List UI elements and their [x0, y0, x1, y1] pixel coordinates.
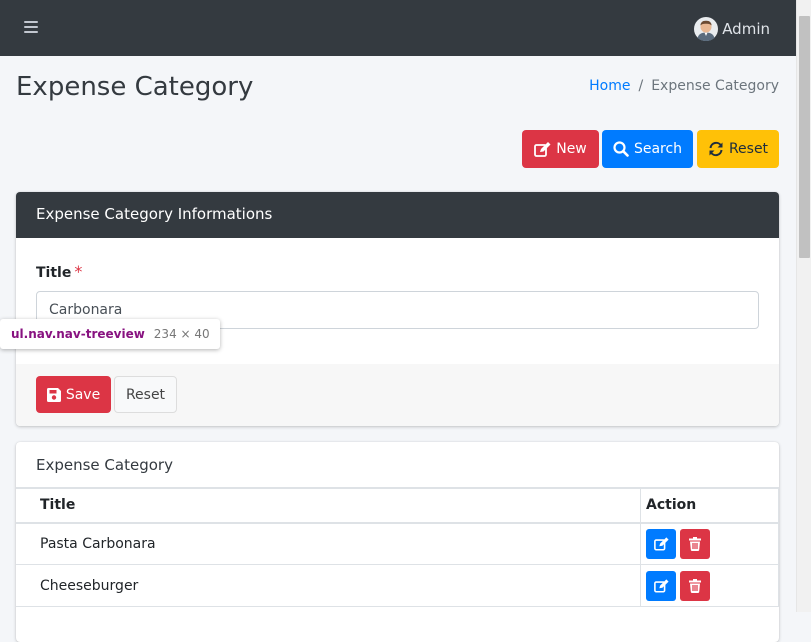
row-actions	[640, 522, 779, 565]
list-card-header: Expense Category	[16, 442, 779, 488]
row-title: Cheeseburger	[16, 564, 641, 607]
expense-category-table: Title Action Pasta Carbonara Cheeseburge…	[16, 488, 779, 607]
tooltip-dimensions: 234 × 40	[153, 327, 210, 341]
row-actions	[640, 564, 779, 607]
column-header-title: Title	[16, 488, 641, 524]
search-button[interactable]: Search	[602, 130, 693, 168]
breadcrumb: Home / Expense Category	[589, 78, 779, 94]
trash-icon	[689, 536, 701, 551]
save-button[interactable]: Save	[36, 376, 111, 413]
title-label: Title	[36, 265, 72, 281]
trash-icon	[689, 578, 701, 593]
table-header-row: Title Action	[16, 488, 779, 524]
new-button[interactable]: New	[522, 130, 599, 168]
hamburger-icon[interactable]	[24, 21, 38, 33]
search-button-label: Search	[633, 141, 683, 157]
refresh-icon	[709, 141, 723, 157]
edit-icon	[653, 578, 669, 593]
breadcrumb-separator: /	[638, 78, 644, 94]
edit-icon	[653, 537, 669, 551]
table-row: Cheeseburger	[16, 564, 779, 607]
reset-button[interactable]: Reset	[697, 130, 779, 168]
edit-icon	[534, 141, 551, 157]
table-row: Pasta Carbonara	[16, 522, 779, 565]
row-delete-button[interactable]	[680, 570, 710, 601]
user-avatar-icon	[694, 17, 719, 41]
form-card-header: Expense Category Informations	[16, 192, 779, 238]
reset-button-label: Reset	[728, 141, 769, 157]
user-name: Admin	[722, 20, 770, 38]
new-button-label: New	[556, 141, 587, 157]
tooltip-selector: ul.nav.nav-treeview	[11, 327, 145, 341]
save-icon	[46, 387, 61, 402]
page-scrollbar[interactable]	[796, 0, 811, 612]
search-icon	[613, 141, 629, 157]
expense-category-list-card: Expense Category Title Action Pasta Carb…	[16, 442, 779, 642]
user-menu[interactable]: Admin	[694, 16, 770, 42]
save-button-label: Save	[65, 386, 101, 403]
scrollbar-thumb[interactable]	[799, 16, 810, 258]
breadcrumb-home-link[interactable]: Home	[589, 78, 630, 94]
row-edit-button[interactable]	[646, 528, 676, 559]
form-footer: Save Reset	[16, 364, 779, 426]
row-edit-button[interactable]	[646, 570, 676, 601]
row-delete-button[interactable]	[680, 528, 710, 559]
column-header-action: Action	[640, 488, 779, 524]
breadcrumb-current: Expense Category	[651, 78, 779, 94]
top-navbar: Admin	[0, 0, 796, 56]
inspector-tooltip: ul.nav.nav-treeview 234 × 40	[0, 319, 220, 349]
row-title: Pasta Carbonara	[16, 522, 641, 565]
required-marker: *	[74, 262, 83, 281]
form-reset-button[interactable]: Reset	[114, 376, 177, 413]
expense-category-form-card: Expense Category Informations Title* Sav…	[16, 192, 779, 426]
title-field-label: Title *	[36, 262, 759, 281]
page-title: Expense Category	[16, 72, 254, 102]
